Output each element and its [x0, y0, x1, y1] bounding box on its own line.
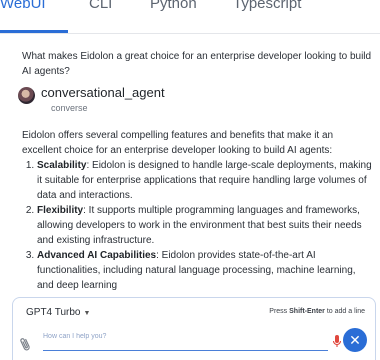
tab-cli[interactable]: CLI [89, 0, 112, 12]
item-text: : It supports multiple programming langu… [37, 205, 362, 246]
response-list: Scalability: Eidolon is designed to hand… [22, 158, 372, 293]
item-title: Flexibility [37, 205, 84, 216]
agent-avatar [18, 87, 35, 104]
chevron-down-icon: ▼ [83, 310, 91, 317]
shortcut-hint: Press Shift-Enter to add a line [269, 308, 365, 315]
response-intro: Eidolon offers several compelling featur… [22, 130, 334, 156]
tab-webui[interactable]: WebUI [0, 0, 46, 12]
tab-typescript[interactable]: Typescript [233, 0, 301, 12]
model-select[interactable]: GPT4 Turbo ▼ [26, 307, 90, 318]
active-tab-indicator [0, 30, 68, 33]
item-title: Advanced AI Capabilities [37, 250, 157, 261]
item-title: Scalability [37, 160, 87, 171]
hint-key: Shift-Enter [289, 308, 325, 315]
hint-suffix: to add a line [324, 308, 365, 315]
agent-action: converse [51, 103, 88, 113]
paperclip-icon[interactable] [17, 335, 35, 357]
list-item: Scalability: Eidolon is designed to hand… [37, 158, 372, 203]
user-question: What makes Eidolon a great choice for an… [22, 51, 372, 77]
tab-bar: WebUI CLI Python Typescript [0, 0, 380, 34]
message-input[interactable] [43, 326, 328, 345]
list-item: Advanced AI Capabilities: Eidolon provid… [37, 248, 372, 293]
agent-name: conversational_agent [41, 85, 165, 100]
model-select-value: GPT4 Turbo [26, 307, 81, 318]
hint-prefix: Press [269, 308, 290, 315]
microphone-icon[interactable] [332, 334, 342, 350]
message-composer: GPT4 Turbo ▼ Press Shift-Enter to add a l… [12, 297, 376, 360]
close-icon[interactable]: ✕ [343, 328, 367, 352]
agent-header: conversational_agent converse [16, 85, 372, 117]
message-input-wrapper [43, 325, 328, 351]
tab-python[interactable]: Python [150, 0, 197, 12]
item-text: : Eidolon is designed to handle large-sc… [37, 160, 372, 201]
agent-response: Eidolon offers several compelling featur… [22, 128, 372, 293]
list-item: Flexibility: It supports multiple progra… [37, 203, 372, 248]
